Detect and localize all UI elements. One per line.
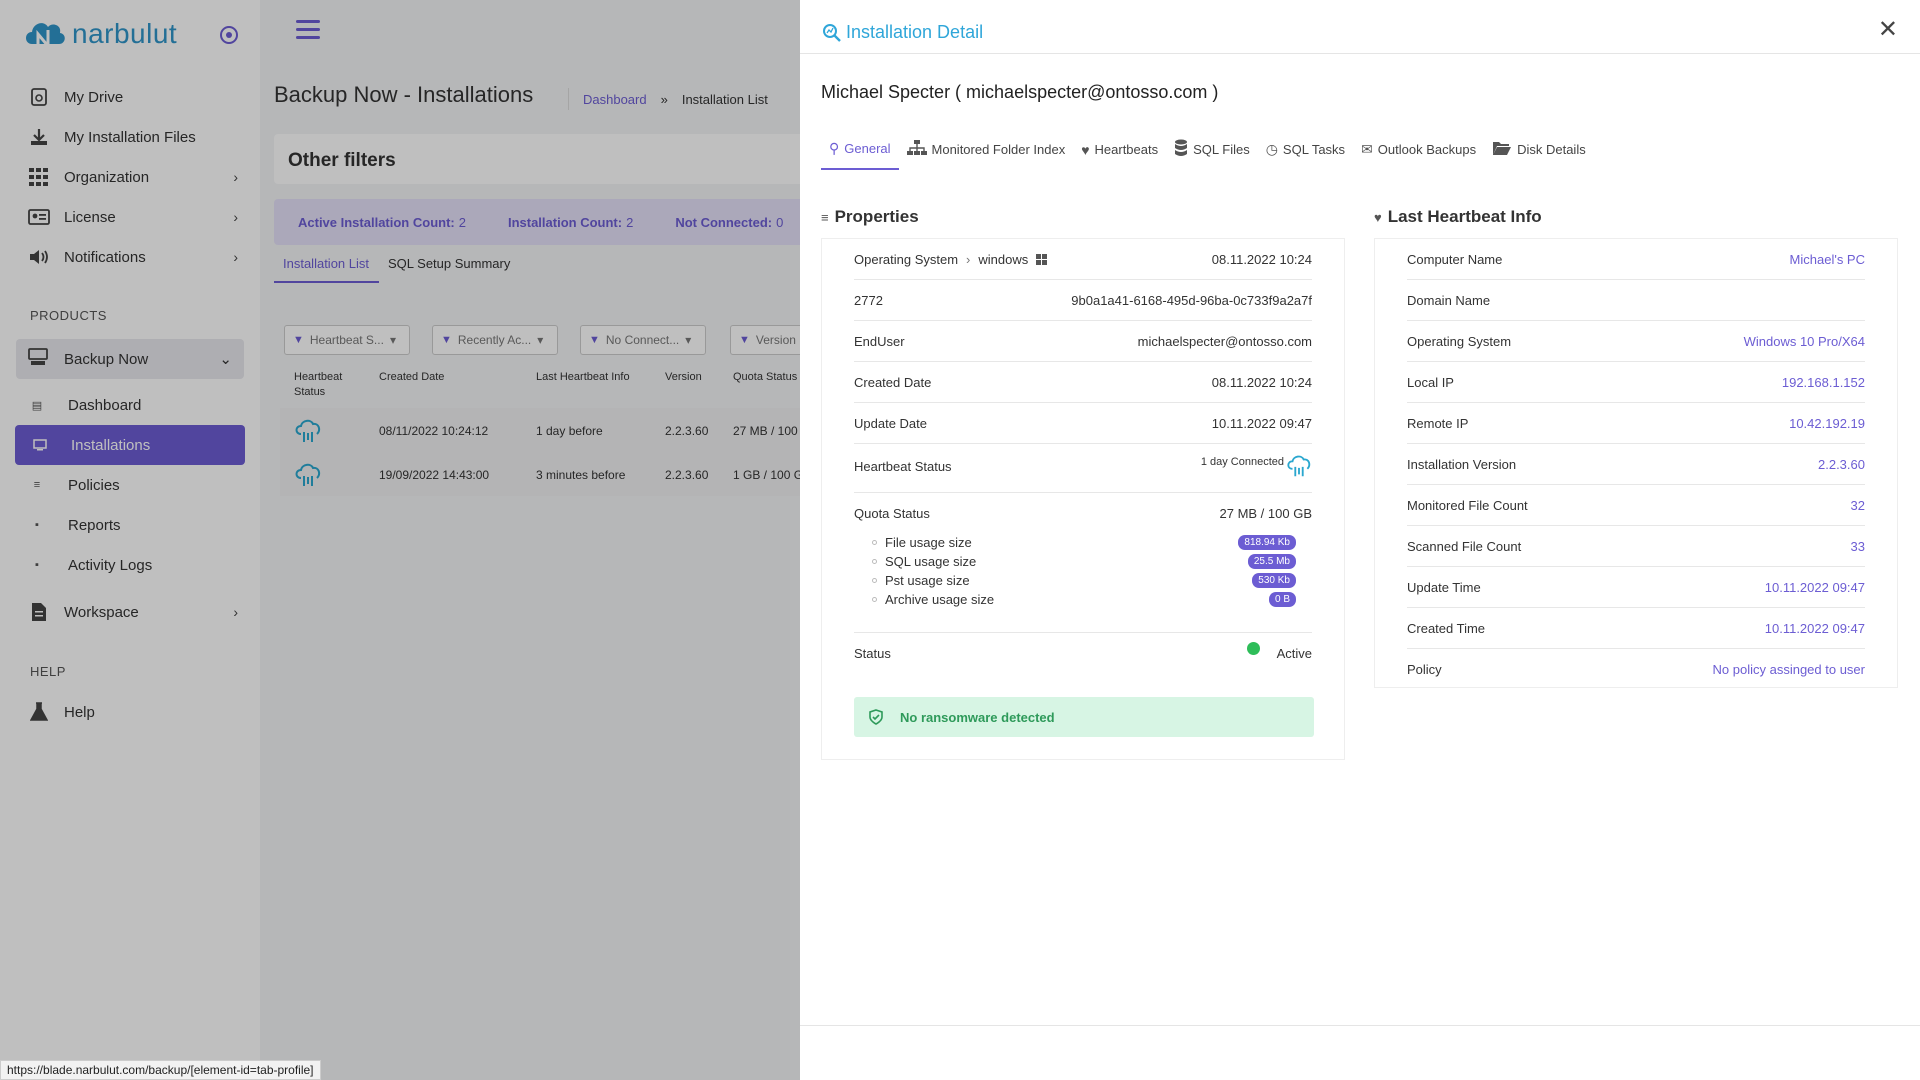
heartbeat-info-row: Operating System Windows 10 Pro/X64 (1407, 321, 1865, 362)
heartbeat-info-label: Update Time (1407, 580, 1481, 595)
usage-badge: 530 Kb (1252, 573, 1296, 588)
heartbeat-info-value: 32 (1850, 498, 1865, 513)
heartbeat-info-value: No policy assinged to user (1712, 662, 1865, 677)
chevron-right-icon: › (966, 252, 971, 267)
search-chart-icon (823, 23, 841, 42)
tab-outlook-backups[interactable]: ✉ Outlook Backups (1353, 139, 1484, 170)
heartbeat-info-label: Remote IP (1407, 416, 1469, 431)
heartbeat-info-value: Windows 10 Pro/X64 (1743, 334, 1865, 349)
heartbeat-icon: ♥ (1081, 141, 1090, 158)
usage-item: SQL usage size (872, 554, 976, 569)
property-row: Update Date 10.11.2022 09:47 (854, 403, 1312, 444)
usage-badge: 0 B (1268, 592, 1296, 607)
tab-monitored-folder-index[interactable]: Monitored Folder Index (899, 139, 1074, 170)
property-row: Heartbeat Status 1 day Connected (854, 444, 1312, 493)
tab-disk-details[interactable]: Disk Details (1484, 139, 1594, 170)
heartbeat-info-label: Policy (1407, 662, 1442, 677)
tab-sql-files[interactable]: SQL Files (1166, 139, 1258, 170)
heartbeat-info-row: Policy No policy assinged to user (1407, 649, 1865, 690)
heartbeat-info-title: ♥ Last Heartbeat Info (1374, 207, 1542, 226)
heartbeat-info-value: 10.11.2022 09:47 (1764, 621, 1865, 636)
heartbeat-info-row: Domain Name (1407, 280, 1865, 321)
heartbeat-info-card: Computer Name Michael's PC Domain Name Oper… (1374, 238, 1898, 688)
heartbeat-info-value: Michael's PC (1789, 252, 1865, 267)
heartbeat-info-label: Scanned File Count (1407, 539, 1522, 554)
heartbeat-info-row: Update Time 10.11.2022 09:47 (1407, 567, 1865, 608)
heartbeat-info-row: Local IP 192.168.1.152 (1407, 362, 1865, 403)
detail-tabs: ⚲ General Monitored Folder Index ♥ Heartbe… (821, 139, 1594, 170)
modal-backdrop[interactable] (0, 0, 800, 1080)
heartbeat-info-label: Local IP (1407, 375, 1454, 390)
heartbeat-info-label: Computer Name (1407, 252, 1503, 267)
heartbeat-info-value: 33 (1850, 539, 1865, 554)
close-icon[interactable]: ✕ (1878, 18, 1898, 42)
tab-sql-tasks[interactable]: ◷ SQL Tasks (1258, 139, 1353, 170)
heartbeat-info-row: Computer Name Michael's PC (1407, 239, 1865, 280)
windows-icon (1036, 254, 1048, 265)
browser-status-url: https://blade.narbulut.com/backup/[eleme… (0, 1060, 321, 1080)
ransomware-alert: No ransomware detected (854, 697, 1314, 737)
properties-card: Operating System › windows 08.11.2022 10… (821, 238, 1345, 760)
tab-heartbeats[interactable]: ♥ Heartbeats (1073, 139, 1166, 170)
envelope-icon: ✉ (1361, 141, 1373, 157)
sitemap-icon (906, 140, 927, 159)
heartbeat-info-row: Monitored File Count 32 (1407, 485, 1865, 526)
property-row: 2772 9b0a1a41-6168-495d-96ba-0c733f9a2a7… (854, 280, 1312, 321)
heartbeat-info-row: Remote IP 10.42.192.19 (1407, 403, 1865, 444)
usage-item: Archive usage size (872, 592, 994, 607)
tab-general[interactable]: ⚲ General (821, 139, 899, 170)
heartbeat-info-row: Installation Version 2.2.3.60 (1407, 444, 1865, 485)
property-row: Operating System › windows 08.11.2022 10… (854, 239, 1312, 280)
heartbeat-info-label: Created Time (1407, 621, 1486, 636)
heartbeat-info-row: Created Time 10.11.2022 09:47 (1407, 608, 1865, 649)
list-icon: ≡ (821, 209, 829, 225)
status-active-dot (1247, 642, 1260, 655)
heartbeat-info-value: 10.42.192.19 (1789, 416, 1865, 431)
usage-item: File usage size (872, 535, 972, 550)
user-title: Michael Specter ( michaelspecter@ontosso… (821, 82, 1219, 102)
panel-title: Installation Detail (822, 22, 983, 43)
heartbeat-info-label: Monitored File Count (1407, 498, 1528, 513)
folder-open-icon (1492, 140, 1512, 159)
usage-badge: 25.5 Mb (1247, 554, 1296, 569)
installation-detail-panel: Installation Detail ✕ Michael Specter ( … (800, 0, 1920, 1080)
status-row: Status Active (854, 646, 1312, 661)
heartbeat-info-value: 192.168.1.152 (1781, 375, 1865, 390)
heartbeat-info-label: Domain Name (1407, 293, 1491, 308)
user-icon: ⚲ (829, 140, 840, 156)
heartbeat-info-value: 10.11.2022 09:47 (1764, 580, 1865, 595)
shield-check-icon (869, 709, 883, 725)
heartbeat-info-label: Operating System (1407, 334, 1512, 349)
cloud-rain-icon (1287, 455, 1311, 477)
usage-item: Pst usage size (872, 573, 970, 588)
property-row: EndUser michaelspecter@ontosso.com (854, 321, 1312, 362)
panel-footer-divider (800, 1025, 1920, 1026)
heartbeat-info-label: Installation Version (1407, 457, 1517, 472)
properties-title: ≡ Properties (821, 207, 919, 226)
property-row: Created Date 08.11.2022 10:24 (854, 362, 1312, 403)
panel-header: Installation Detail ✕ (800, 0, 1920, 54)
heartbeat-info-row: Scanned File Count 33 (1407, 526, 1865, 567)
database-icon (1174, 139, 1188, 160)
heartbeat-info-value: 2.2.3.60 (1818, 457, 1865, 472)
heart-icon: ♥ (1374, 209, 1382, 225)
clock-icon: ◷ (1265, 141, 1278, 157)
usage-badge: 818.94 Kb (1238, 535, 1296, 550)
